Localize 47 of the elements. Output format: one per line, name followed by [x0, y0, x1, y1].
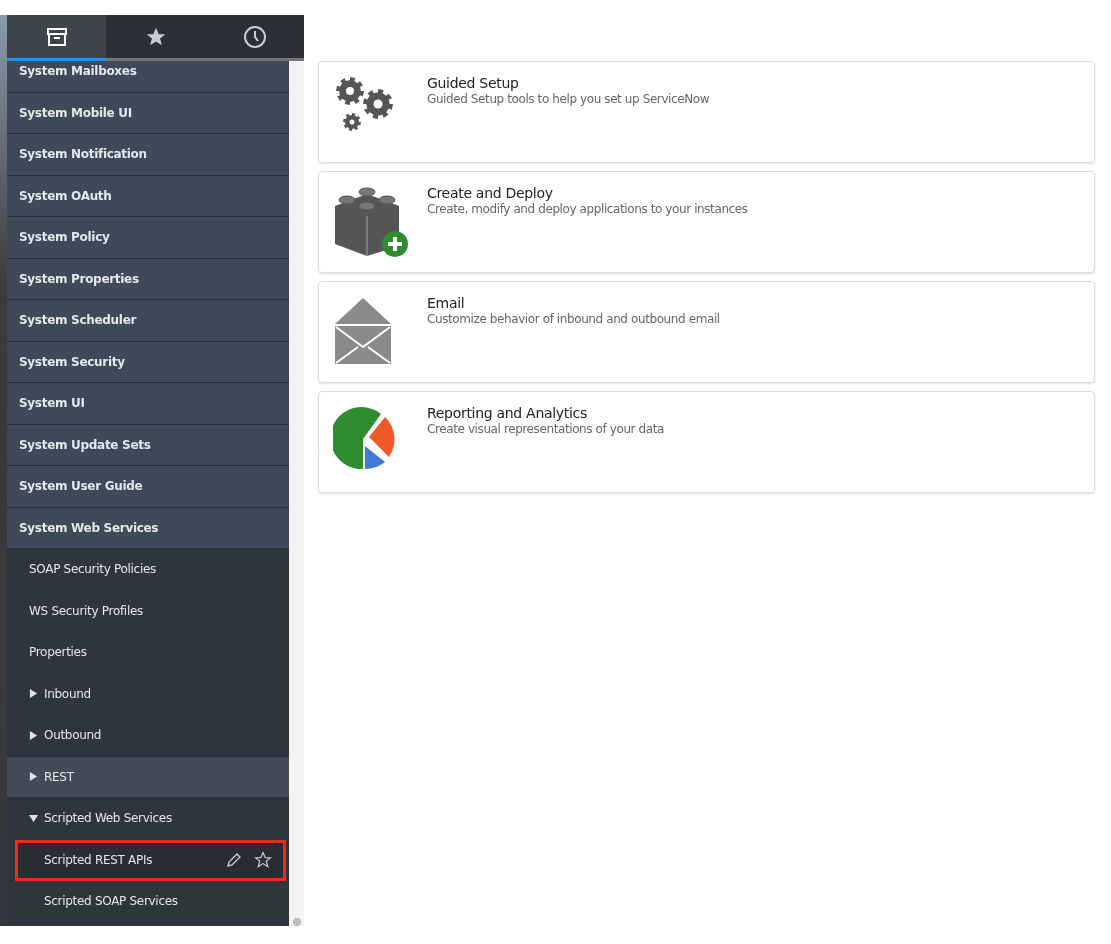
- nav-item[interactable]: System Security: [7, 341, 289, 383]
- nav-item-label: Scripted REST APIs: [44, 852, 154, 867]
- caret-icon: [29, 813, 38, 823]
- nav-item[interactable]: System Mailboxes: [7, 61, 289, 93]
- caret-icon: [29, 772, 38, 782]
- app-card[interactable]: Email Customize behavior of inbound and outbound email: [318, 281, 1095, 383]
- archive-icon: [45, 26, 68, 47]
- envelope-icon: [333, 296, 393, 366]
- nav-item[interactable]: System Update Sets: [7, 424, 289, 466]
- card-description: Create visual representations of your data: [427, 422, 664, 436]
- card-title: Email: [427, 295, 466, 311]
- nav-item[interactable]: System Scheduler: [7, 300, 289, 342]
- building-block-icon: [333, 186, 409, 258]
- app-card[interactable]: Reporting and Analytics Create visual representations of your data: [318, 391, 1095, 493]
- nav-item[interactable]: System UI: [7, 383, 289, 425]
- archive-tab[interactable]: [7, 15, 106, 61]
- nav-item[interactable]: System Web Services: [7, 507, 289, 549]
- nav-item[interactable]: System Notification: [7, 134, 289, 176]
- caret-icon: [29, 689, 38, 699]
- star-outline-icon[interactable]: [254, 850, 272, 869]
- nav-item[interactable]: System User Guide: [7, 466, 289, 508]
- nav-item-label: REST: [44, 769, 74, 784]
- nav-item[interactable]: System OAuth: [7, 175, 289, 217]
- nav-item-label: Properties: [29, 645, 87, 660]
- nav-item[interactable]: System Mobile UI: [7, 92, 289, 134]
- card-title: Create and Deploy: [427, 185, 554, 201]
- nav-item[interactable]: Scripted REST APIs: [15, 839, 286, 881]
- nav-item[interactable]: System Policy: [7, 217, 289, 259]
- caret-icon: [29, 730, 38, 740]
- nav-item[interactable]: System Properties: [7, 258, 289, 300]
- card-description: Guided Setup tools to help you set up ServiceNow: [427, 92, 710, 106]
- scrollbar[interactable]: [289, 61, 304, 926]
- app-card[interactable]: Create and Deploy Create, modify and deploy applications to your instances: [318, 171, 1095, 273]
- nav-item-label: SOAP Security Policies: [29, 562, 156, 577]
- card-description: Customize behavior of inbound and outbound email: [427, 312, 720, 326]
- app-card[interactable]: Guided Setup Guided Setup tools to help you set up ServiceNow: [318, 61, 1095, 163]
- nav-item-label: WS Security Profiles: [29, 603, 143, 618]
- nav-item-label: Scripted Web Services: [44, 811, 172, 826]
- nav-item[interactable]: REST: [7, 756, 289, 798]
- card-title: Guided Setup: [427, 75, 520, 91]
- nav-item-label: Inbound: [44, 686, 91, 701]
- card-description: Create, modify and deploy applications to your instances: [427, 202, 748, 216]
- nav-item-label: Outbound: [44, 728, 102, 743]
- card-title: Reporting and Analytics: [427, 405, 588, 421]
- nav-item-label: Scripted SOAP Services: [44, 894, 179, 909]
- pencil-icon[interactable]: [226, 851, 242, 868]
- clock-icon: [242, 24, 267, 49]
